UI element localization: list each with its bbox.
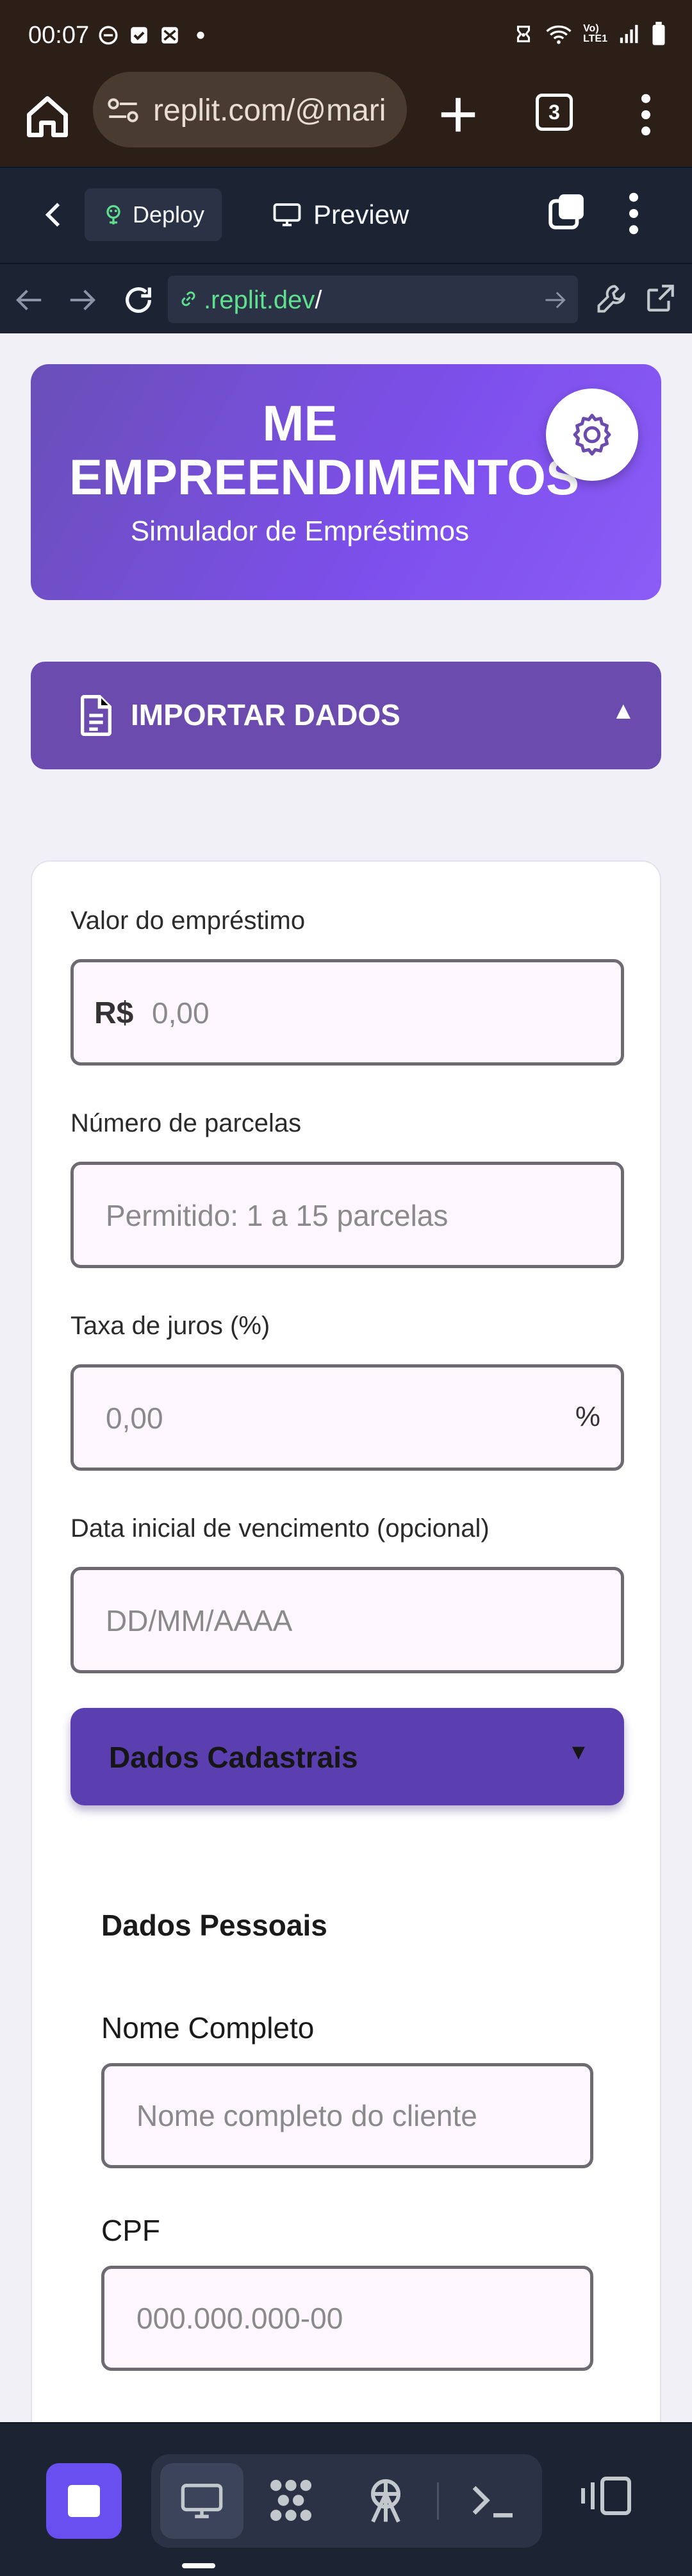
app-content: ME EMPREENDIMENTOS Simulador de Emprésti… [0, 333, 692, 2422]
replit-bottom-nav [0, 2422, 692, 2576]
due-date-placeholder: DD/MM/AAAA [106, 1604, 293, 1637]
registration-data-label: Dados Cadastrais [109, 1741, 358, 1774]
hero-title: ME EMPREENDIMENTOS [69, 395, 579, 505]
browser-address-bar[interactable]: replit.com/@mari [93, 72, 407, 147]
installments-label: Número de parcelas [70, 1109, 302, 1137]
go-arrow-icon[interactable] [543, 290, 566, 310]
signal-icon [620, 24, 638, 44]
status-time: 00:07 [28, 22, 90, 49]
percent-suffix: % [575, 1401, 600, 1432]
battery-icon [652, 22, 665, 46]
tab-switcher-button[interactable]: 3 [536, 94, 573, 131]
new-tab-icon[interactable] [436, 92, 481, 137]
app-notification-icon [161, 27, 178, 44]
replit-menu-icon[interactable] [624, 191, 643, 236]
panels-icon[interactable] [579, 2473, 633, 2518]
reload-icon[interactable] [122, 283, 155, 317]
workspace-tool-group [151, 2454, 542, 2548]
browser-menu-icon[interactable] [633, 92, 659, 137]
cpf-label: CPF [101, 2214, 160, 2247]
expand-caret-icon: ▼ [568, 1740, 589, 1764]
registration-data-toggle[interactable]: Dados Cadastrais ▼ [70, 1708, 624, 1805]
dot-icon [197, 31, 204, 39]
status-system-icons: Vo) LTE1 [513, 22, 666, 46]
collapse-caret-icon: ▲ [611, 698, 636, 724]
import-data-label: IMPORTAR DADOS [131, 698, 400, 732]
preview-label: Preview [313, 199, 409, 230]
preview-pane-button[interactable] [160, 2463, 243, 2539]
webview-back-icon[interactable] [15, 287, 44, 313]
preview-tab[interactable]: Preview [272, 188, 409, 241]
personal-data-title: Dados Pessoais [101, 1909, 327, 1942]
status-bar: 00:07 Vo) LTE1 [0, 0, 692, 72]
deploy-button[interactable]: Deploy [85, 188, 222, 241]
active-tab-indicator [182, 2563, 215, 2568]
installments-input[interactable]: Permitido: 1 a 15 parcelas [70, 1162, 624, 1268]
deploy-label: Deploy [132, 201, 205, 228]
shell-icon[interactable] [468, 2475, 519, 2526]
volte-icon: Vo) LTE1 [583, 23, 607, 44]
interest-placeholder: 0,00 [106, 1401, 163, 1435]
currency-prefix: R$ [94, 996, 134, 1030]
gear-icon [573, 414, 611, 456]
import-data-toggle[interactable]: IMPORTAR DADOS ▲ [31, 662, 661, 769]
replit-header: Deploy Preview [0, 167, 692, 263]
site-settings-icon[interactable] [107, 97, 139, 123]
deploy-antenna-icon[interactable] [360, 2475, 411, 2526]
settings-button[interactable] [546, 389, 638, 481]
hero-subtitle: Simulador de Empréstimos [130, 515, 470, 547]
full-name-placeholder: Nome completo do cliente [136, 2099, 477, 2132]
alarm-icon [517, 26, 531, 42]
check-box-icon [131, 27, 147, 44]
full-name-input[interactable]: Nome completo do cliente [101, 2063, 593, 2168]
wifi-icon [546, 25, 572, 44]
stop-run-button[interactable] [46, 2463, 122, 2539]
monitor-icon [273, 203, 301, 226]
full-name-label: Nome Completo [101, 2011, 315, 2045]
cpf-placeholder: 000.000.000-00 [136, 2302, 343, 2335]
browser-toolbar: replit.com/@mari 3 [0, 72, 692, 167]
url-path: / [315, 286, 322, 314]
due-date-label: Data inicial de vencimento (opcional) [70, 1514, 490, 1543]
link-icon [181, 291, 195, 306]
hero-banner: ME EMPREENDIMENTOS Simulador de Emprésti… [31, 364, 661, 600]
open-external-icon[interactable] [645, 282, 677, 314]
webview-toolbar: .replit.dev/ [0, 263, 692, 333]
home-icon[interactable] [23, 92, 72, 141]
monitor-icon [181, 2484, 223, 2518]
cpf-input[interactable]: 000.000.000-00 [101, 2266, 593, 2371]
webview-url-text: .replit.dev/ [204, 286, 322, 315]
interest-label: Taxa de juros (%) [70, 1312, 270, 1340]
installments-placeholder: Permitido: 1 a 15 parcelas [106, 1199, 449, 1232]
webview-forward-icon[interactable] [68, 287, 96, 313]
nav-divider [437, 2482, 439, 2520]
deploy-icon [106, 205, 120, 224]
loan-amount-label: Valor do empréstimo [70, 907, 306, 935]
stop-icon [68, 2485, 100, 2517]
loan-form-card: Valor do empréstimo R$ 0,00 Número de pa… [31, 860, 661, 2422]
devtools-wrench-icon[interactable] [595, 282, 628, 315]
document-icon [81, 695, 111, 736]
agent-icon[interactable] [265, 2475, 317, 2526]
back-chevron-icon[interactable] [38, 199, 70, 231]
loan-amount-placeholder: 0,00 [152, 996, 210, 1030]
url-domain: .replit.dev [204, 286, 315, 314]
loan-amount-input[interactable]: R$ 0,00 [70, 959, 624, 1066]
browser-url-text: replit.com/@mari [153, 94, 386, 128]
status-notification-icons [97, 24, 211, 46]
interest-input[interactable]: 0,00 % [70, 1364, 624, 1471]
webview-url-field[interactable]: .replit.dev/ [168, 276, 578, 323]
dnd-icon [99, 26, 118, 45]
due-date-input[interactable]: DD/MM/AAAA [70, 1567, 624, 1673]
multi-tab-icon[interactable] [547, 191, 587, 231]
